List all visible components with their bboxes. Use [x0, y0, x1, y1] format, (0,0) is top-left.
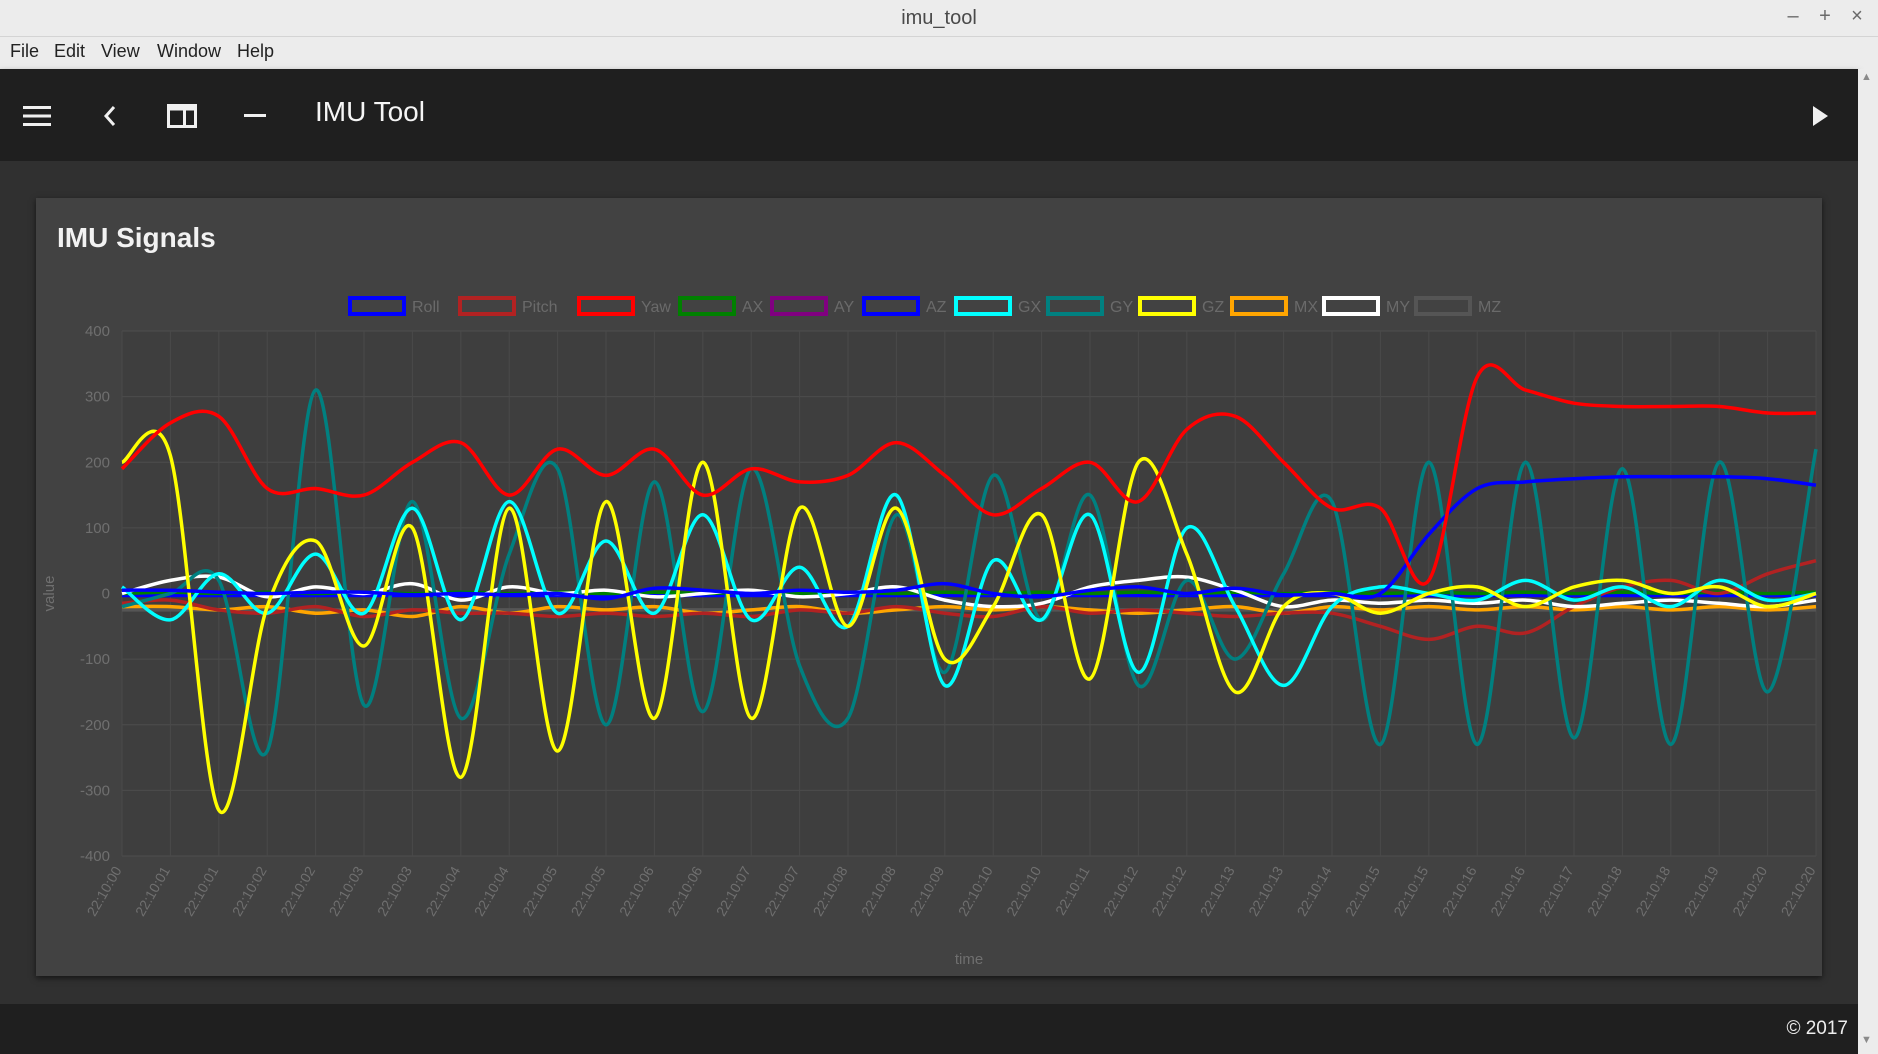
- legend-label: AY: [834, 299, 854, 316]
- legend-swatch: [678, 296, 736, 316]
- x-tick-label: 22:10:14: [1293, 863, 1334, 918]
- x-tick-label: 22:10:08: [858, 863, 899, 918]
- x-tick-label: 22:10:15: [1342, 863, 1383, 918]
- play-icon[interactable]: [1800, 96, 1840, 136]
- legend-swatch: [1138, 296, 1196, 316]
- x-tick-label: 22:10:03: [325, 863, 366, 918]
- menu-bar: File Edit View Window Help: [0, 37, 1878, 69]
- legend-label: Pitch: [522, 299, 558, 316]
- legend-label: GZ: [1202, 299, 1224, 316]
- x-tick-label: 22:10:16: [1439, 863, 1480, 918]
- y-tick-label: 300: [85, 389, 110, 406]
- app-title: IMU Tool: [315, 96, 425, 127]
- menu-help[interactable]: Help: [237, 41, 274, 62]
- x-tick-label: 22:10:15: [1390, 863, 1431, 918]
- x-tick-label: 22:10:01: [180, 863, 221, 918]
- legend-label: Yaw: [641, 299, 671, 316]
- legend-swatch: [458, 296, 516, 316]
- legend-swatch: [1322, 296, 1380, 316]
- legend-swatch: [770, 296, 828, 316]
- x-tick-label: 22:10:13: [1197, 863, 1238, 918]
- x-tick-label: 22:10:00: [83, 863, 124, 918]
- vertical-scrollbar[interactable]: ▲ ▼: [1858, 69, 1878, 1054]
- x-tick-label: 22:10:03: [374, 863, 415, 918]
- legend-label: AZ: [926, 299, 947, 316]
- x-tick-label: 22:10:19: [1681, 863, 1722, 918]
- y-tick-label: 100: [85, 520, 110, 537]
- scroll-down-arrow-icon[interactable]: ▼: [1861, 1034, 1872, 1046]
- minimize-button[interactable]: –: [1780, 5, 1806, 28]
- x-tick-label: 22:10:08: [809, 863, 850, 918]
- y-tick-label: -300: [80, 782, 110, 799]
- legend-label: Roll: [412, 299, 440, 316]
- x-tick-label: 22:10:20: [1729, 863, 1770, 918]
- app-toolbar: IMU Tool: [0, 69, 1858, 161]
- menu-icon[interactable]: [17, 96, 57, 136]
- x-tick-label: 22:10:07: [761, 863, 802, 918]
- close-button[interactable]: ×: [1844, 5, 1870, 28]
- scroll-up-arrow-icon[interactable]: ▲: [1861, 71, 1872, 83]
- x-axis-label: time: [955, 951, 983, 968]
- legend-label: MX: [1294, 299, 1318, 316]
- maximize-button[interactable]: +: [1812, 5, 1838, 28]
- x-tick-label: 22:10:11: [1052, 863, 1093, 917]
- x-tick-label: 22:10:18: [1584, 863, 1625, 918]
- legend-label: GY: [1110, 299, 1133, 316]
- legend-label: AX: [742, 299, 764, 316]
- layout-icon[interactable]: [162, 96, 202, 136]
- legend-swatch: [954, 296, 1012, 316]
- x-tick-label: 22:10:16: [1487, 863, 1528, 918]
- legend-swatch: [1414, 296, 1472, 316]
- x-tick-label: 22:10:20: [1777, 863, 1818, 918]
- legend-label: MZ: [1478, 299, 1501, 316]
- x-tick-label: 22:10:04: [422, 863, 463, 918]
- imu-line-chart[interactable]: 4003002001000-100-200-300-40022:10:00 22:…: [36, 198, 1822, 976]
- legend-swatch: [1046, 296, 1104, 316]
- y-tick-label: 200: [85, 454, 110, 471]
- menu-window[interactable]: Window: [157, 41, 221, 62]
- x-tick-label: 22:10:06: [664, 863, 705, 918]
- minus-icon[interactable]: [235, 96, 275, 136]
- y-tick-label: -400: [80, 848, 110, 865]
- y-tick-label: -200: [80, 717, 110, 734]
- legend-swatch: [577, 296, 635, 316]
- menu-edit[interactable]: Edit: [54, 41, 85, 62]
- legend-swatch: [862, 296, 920, 316]
- x-tick-label: 22:10:09: [906, 863, 947, 918]
- x-tick-label: 22:10:10: [955, 863, 996, 918]
- y-tick-label: -100: [80, 651, 110, 668]
- legend-label: MY: [1386, 299, 1410, 316]
- legend-label: GX: [1018, 299, 1041, 316]
- legend-swatch: [1230, 296, 1288, 316]
- x-tick-label: 22:10:02: [277, 863, 318, 918]
- back-chevron-icon[interactable]: [90, 96, 130, 136]
- x-tick-label: 22:10:05: [519, 863, 560, 918]
- x-tick-label: 22:10:02: [229, 863, 270, 918]
- copyright-text: © 2017: [1786, 1018, 1848, 1039]
- y-tick-label: 0: [102, 586, 110, 603]
- x-tick-label: 22:10:04: [471, 863, 512, 918]
- legend-swatch: [348, 296, 406, 316]
- x-tick-label: 22:10:18: [1632, 863, 1673, 918]
- y-axis-label: value: [41, 576, 58, 612]
- x-tick-label: 22:10:12: [1148, 863, 1189, 918]
- x-tick-label: 22:10:12: [1100, 863, 1141, 918]
- x-tick-label: 22:10:05: [567, 863, 608, 918]
- window-title: imu_tool: [901, 7, 977, 29]
- menu-view[interactable]: View: [101, 41, 140, 62]
- x-tick-label: 22:10:10: [1003, 863, 1044, 918]
- content-area: IMU Signals 400 300 200 100 0 -100 -200 -300 -40…: [0, 161, 1858, 1004]
- x-tick-label: 22:10:06: [616, 863, 657, 918]
- x-tick-label: 22:10:01: [132, 863, 173, 918]
- imu-signals-card: IMU Signals 400 300 200 100 0 -100 -200 -300 -40…: [36, 198, 1822, 976]
- x-tick-label: 22:10:13: [1245, 863, 1286, 918]
- y-tick-label: 400: [85, 323, 110, 340]
- menu-file[interactable]: File: [10, 41, 39, 62]
- x-tick-label: 22:10:07: [713, 863, 754, 918]
- x-tick-label: 22:10:17: [1535, 863, 1576, 918]
- window-titlebar: imu_tool – + ×: [0, 0, 1878, 37]
- footer: © 2017: [0, 1004, 1858, 1054]
